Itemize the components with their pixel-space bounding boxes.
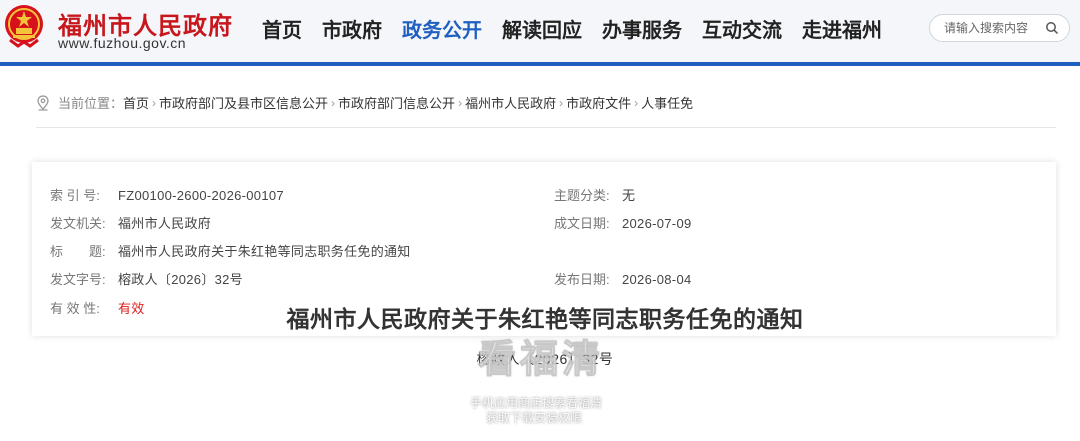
nav-about-fuzhou[interactable]: 走进福州 xyxy=(802,14,882,43)
meta-index-row: 索 引 号: FZ00100-2600-2026-00107 xyxy=(50,185,284,204)
meta-published-value: 2026-08-04 xyxy=(622,272,692,287)
meta-topic-row: 主题分类: 无 xyxy=(554,185,635,204)
meta-issuer-row: 发文机关: 福州市人民政府 xyxy=(50,213,211,232)
main-nav: 首页 市政府 政务公开 解读回应 办事服务 互动交流 走进福州 xyxy=(262,14,902,43)
search-box[interactable] xyxy=(929,14,1070,42)
meta-title-value: 福州市人民政府关于朱红艳等同志职务任免的通知 xyxy=(118,244,411,259)
nav-services[interactable]: 办事服务 xyxy=(602,14,682,43)
breadcrumb-separator: › xyxy=(152,95,157,110)
breadcrumb-separator: › xyxy=(458,95,463,110)
nav-interaction[interactable]: 互动交流 xyxy=(702,14,782,43)
breadcrumb-separator: › xyxy=(634,95,639,110)
meta-topic-value: 无 xyxy=(622,188,636,203)
breadcrumb-dept-info[interactable]: 市政府部门信息公开 xyxy=(338,93,455,112)
meta-created-row: 成文日期: 2026-07-09 xyxy=(554,213,692,232)
meta-issuer-value: 福州市人民政府 xyxy=(118,216,212,231)
nav-government-affairs[interactable]: 政务公开 xyxy=(402,14,482,43)
meta-docno-label: 发文字号: xyxy=(50,272,106,287)
meta-published-label: 发布日期: xyxy=(554,272,610,287)
breadcrumb-dept-county-info[interactable]: 市政府部门及县市区信息公开 xyxy=(159,93,328,112)
nav-interpretation[interactable]: 解读回应 xyxy=(502,14,582,43)
breadcrumb: 当前位置： 首页 › 市政府部门及县市区信息公开 › 市政府部门信息公开 › 福… xyxy=(36,93,693,112)
breadcrumb-government-documents[interactable]: 市政府文件 xyxy=(566,93,631,112)
meta-published-row: 发布日期: 2026-08-04 xyxy=(554,269,692,288)
meta-docno-row: 发文字号: 榕政人〔2026〕32号 xyxy=(50,269,243,288)
document-title: 福州市人民政府关于朱红艳等同志职务任免的通知 xyxy=(286,306,804,332)
site-url[interactable]: www.fuzhou.gov.cn xyxy=(58,35,186,51)
nav-home[interactable]: 首页 xyxy=(262,14,302,43)
nav-city-government[interactable]: 市政府 xyxy=(322,14,382,43)
search-input[interactable] xyxy=(944,20,1044,36)
meta-created-value: 2026-07-09 xyxy=(622,216,692,231)
breadcrumb-divider xyxy=(36,127,1056,128)
meta-index-label: 索 引 号: xyxy=(50,188,100,203)
breadcrumb-label: 当前位置： xyxy=(58,96,124,111)
search-icon[interactable] xyxy=(1045,21,1059,35)
meta-title-row: 标 题: 福州市人民政府关于朱红艳等同志职务任免的通知 xyxy=(50,241,411,260)
location-pin-icon xyxy=(37,94,49,111)
meta-topic-label: 主题分类: xyxy=(554,188,610,203)
breadcrumb-home[interactable]: 首页 xyxy=(123,93,149,112)
national-emblem-icon[interactable] xyxy=(4,4,44,48)
breadcrumb-separator: › xyxy=(559,95,564,110)
meta-title-label: 标 题: xyxy=(50,244,106,259)
site-header: 福州市人民政府 www.fuzhou.gov.cn 首页 市政府 政务公开 解读… xyxy=(0,0,1080,62)
breadcrumb-appointments[interactable]: 人事任免 xyxy=(641,93,693,112)
meta-created-label: 成文日期: xyxy=(554,216,610,231)
meta-index-value: FZ00100-2600-2026-00107 xyxy=(118,188,284,203)
document-number: 榕政人〔2026〕32号 xyxy=(476,351,614,367)
meta-issuer-label: 发文机关: xyxy=(50,216,106,231)
breadcrumb-fuzhou-government[interactable]: 福州市人民政府 xyxy=(465,93,556,112)
main-content: 当前位置： 首页 › 市政府部门及县市区信息公开 › 市政府部门信息公开 › 福… xyxy=(0,66,1080,441)
breadcrumb-separator: › xyxy=(331,95,336,110)
meta-docno-value: 榕政人〔2026〕32号 xyxy=(118,272,243,287)
